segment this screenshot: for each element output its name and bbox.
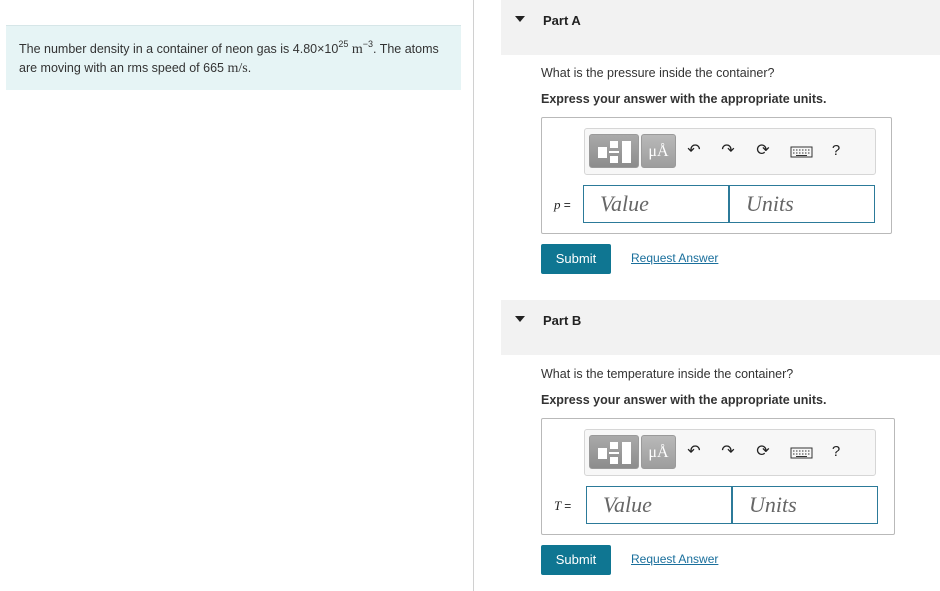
- part-b-header[interactable]: Part B: [501, 300, 940, 355]
- help-icon[interactable]: ?: [825, 134, 847, 168]
- keyboard-icon[interactable]: [789, 134, 815, 168]
- fraction-template-icon: [598, 141, 631, 163]
- part-a-instruction: Express your answer with the appropriate…: [541, 92, 827, 106]
- caret-down-icon[interactable]: [515, 316, 525, 322]
- part-a-toolbar: μÅ ↶ ↷ ⟳ ?: [584, 128, 876, 175]
- fraction-template-icon: [598, 442, 631, 464]
- templates-button[interactable]: [589, 134, 639, 168]
- part-a-variable-label: p =: [554, 197, 571, 213]
- part-a-value-field[interactable]: Value: [583, 185, 729, 223]
- part-b-variable-label: T =: [554, 498, 571, 514]
- problem-statement: The number density in a container of neo…: [6, 25, 461, 90]
- keyboard-icon[interactable]: [789, 435, 815, 469]
- speed-unit: m/s: [227, 61, 248, 76]
- part-b-toolbar: μÅ ↶ ↷ ⟳ ?: [584, 429, 876, 476]
- part-a-request-answer-link[interactable]: Request Answer: [631, 251, 718, 265]
- reset-icon[interactable]: ⟳: [752, 435, 774, 469]
- undo-icon[interactable]: ↶: [683, 134, 705, 168]
- part-a-equals: =: [563, 198, 571, 212]
- part-b-units-field[interactable]: Units: [732, 486, 878, 524]
- caret-down-icon[interactable]: [515, 16, 525, 22]
- part-b-instruction: Express your answer with the appropriate…: [541, 393, 827, 407]
- templates-button[interactable]: [589, 435, 639, 469]
- part-b-title: Part B: [543, 313, 582, 328]
- problem-pane: The number density in a container of neo…: [0, 0, 474, 591]
- density-unit: m: [351, 42, 363, 57]
- redo-icon[interactable]: ↷: [717, 435, 739, 469]
- problem-text-before: The number density in a container of neo…: [19, 42, 339, 56]
- part-b-equals: =: [564, 499, 572, 513]
- part-a-question: What is the pressure inside the containe…: [541, 66, 775, 80]
- problem-text-end: .: [247, 61, 252, 75]
- density-exponent: 25: [338, 39, 349, 49]
- part-a-title: Part A: [543, 13, 581, 28]
- reset-icon[interactable]: ⟳: [752, 134, 774, 168]
- part-b-answer-box: μÅ ↶ ↷ ⟳ ? T = Value Units: [541, 418, 895, 535]
- part-a-submit-button[interactable]: Submit: [541, 244, 611, 274]
- units-button[interactable]: μÅ: [641, 134, 676, 168]
- part-b-question: What is the temperature inside the conta…: [541, 367, 794, 381]
- help-icon[interactable]: ?: [825, 435, 847, 469]
- redo-icon[interactable]: ↷: [717, 134, 739, 168]
- part-a-answer-box: μÅ ↶ ↷ ⟳ ? p = Value Units: [541, 117, 892, 234]
- unit-exponent: −3: [362, 39, 373, 49]
- part-b-request-answer-link[interactable]: Request Answer: [631, 552, 718, 566]
- part-b-variable: T: [554, 498, 561, 513]
- part-b-submit-button[interactable]: Submit: [541, 545, 611, 575]
- part-a-header[interactable]: Part A: [501, 0, 940, 55]
- undo-icon[interactable]: ↶: [683, 435, 705, 469]
- part-b-value-field[interactable]: Value: [586, 486, 732, 524]
- part-a-units-field[interactable]: Units: [729, 185, 875, 223]
- units-button[interactable]: μÅ: [641, 435, 676, 469]
- part-a-variable: p: [554, 197, 561, 212]
